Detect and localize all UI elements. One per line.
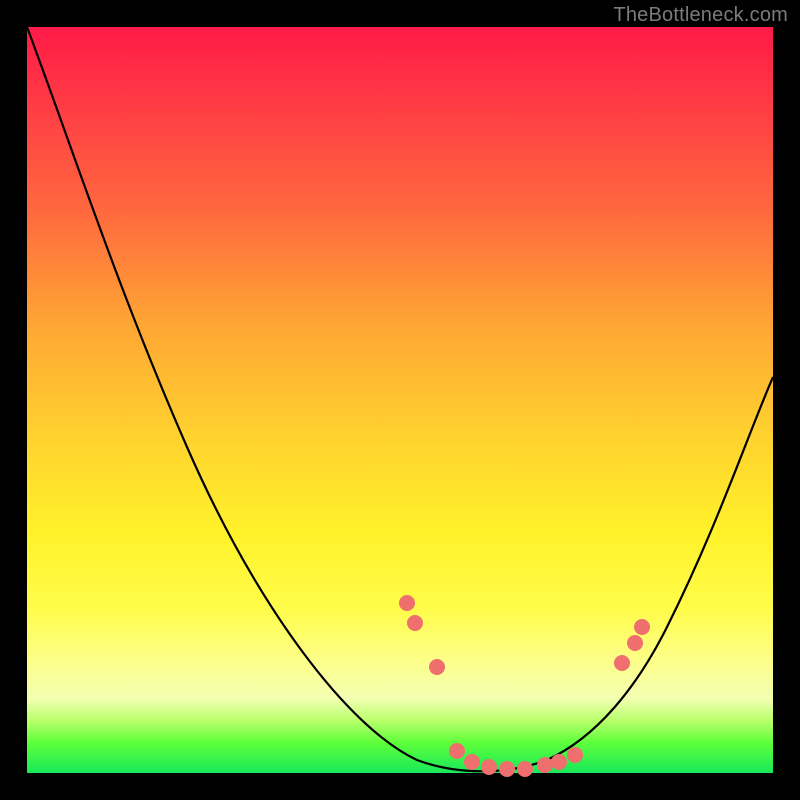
data-marker [499,761,515,777]
chart-svg [27,27,773,773]
data-marker [627,635,643,651]
data-marker [449,743,465,759]
data-marker [481,759,497,775]
data-marker [614,655,630,671]
curve-group [27,27,773,771]
chart-frame: TheBottleneck.com [0,0,800,800]
data-marker [517,761,533,777]
data-marker [407,615,423,631]
data-marker [537,757,553,773]
data-marker [634,619,650,635]
data-marker [399,595,415,611]
watermark-text: TheBottleneck.com [613,4,788,27]
bottleneck-curve [27,27,773,771]
data-marker [429,659,445,675]
data-marker [567,747,583,763]
marker-group [399,595,650,777]
data-marker [551,754,567,770]
data-marker [464,754,480,770]
